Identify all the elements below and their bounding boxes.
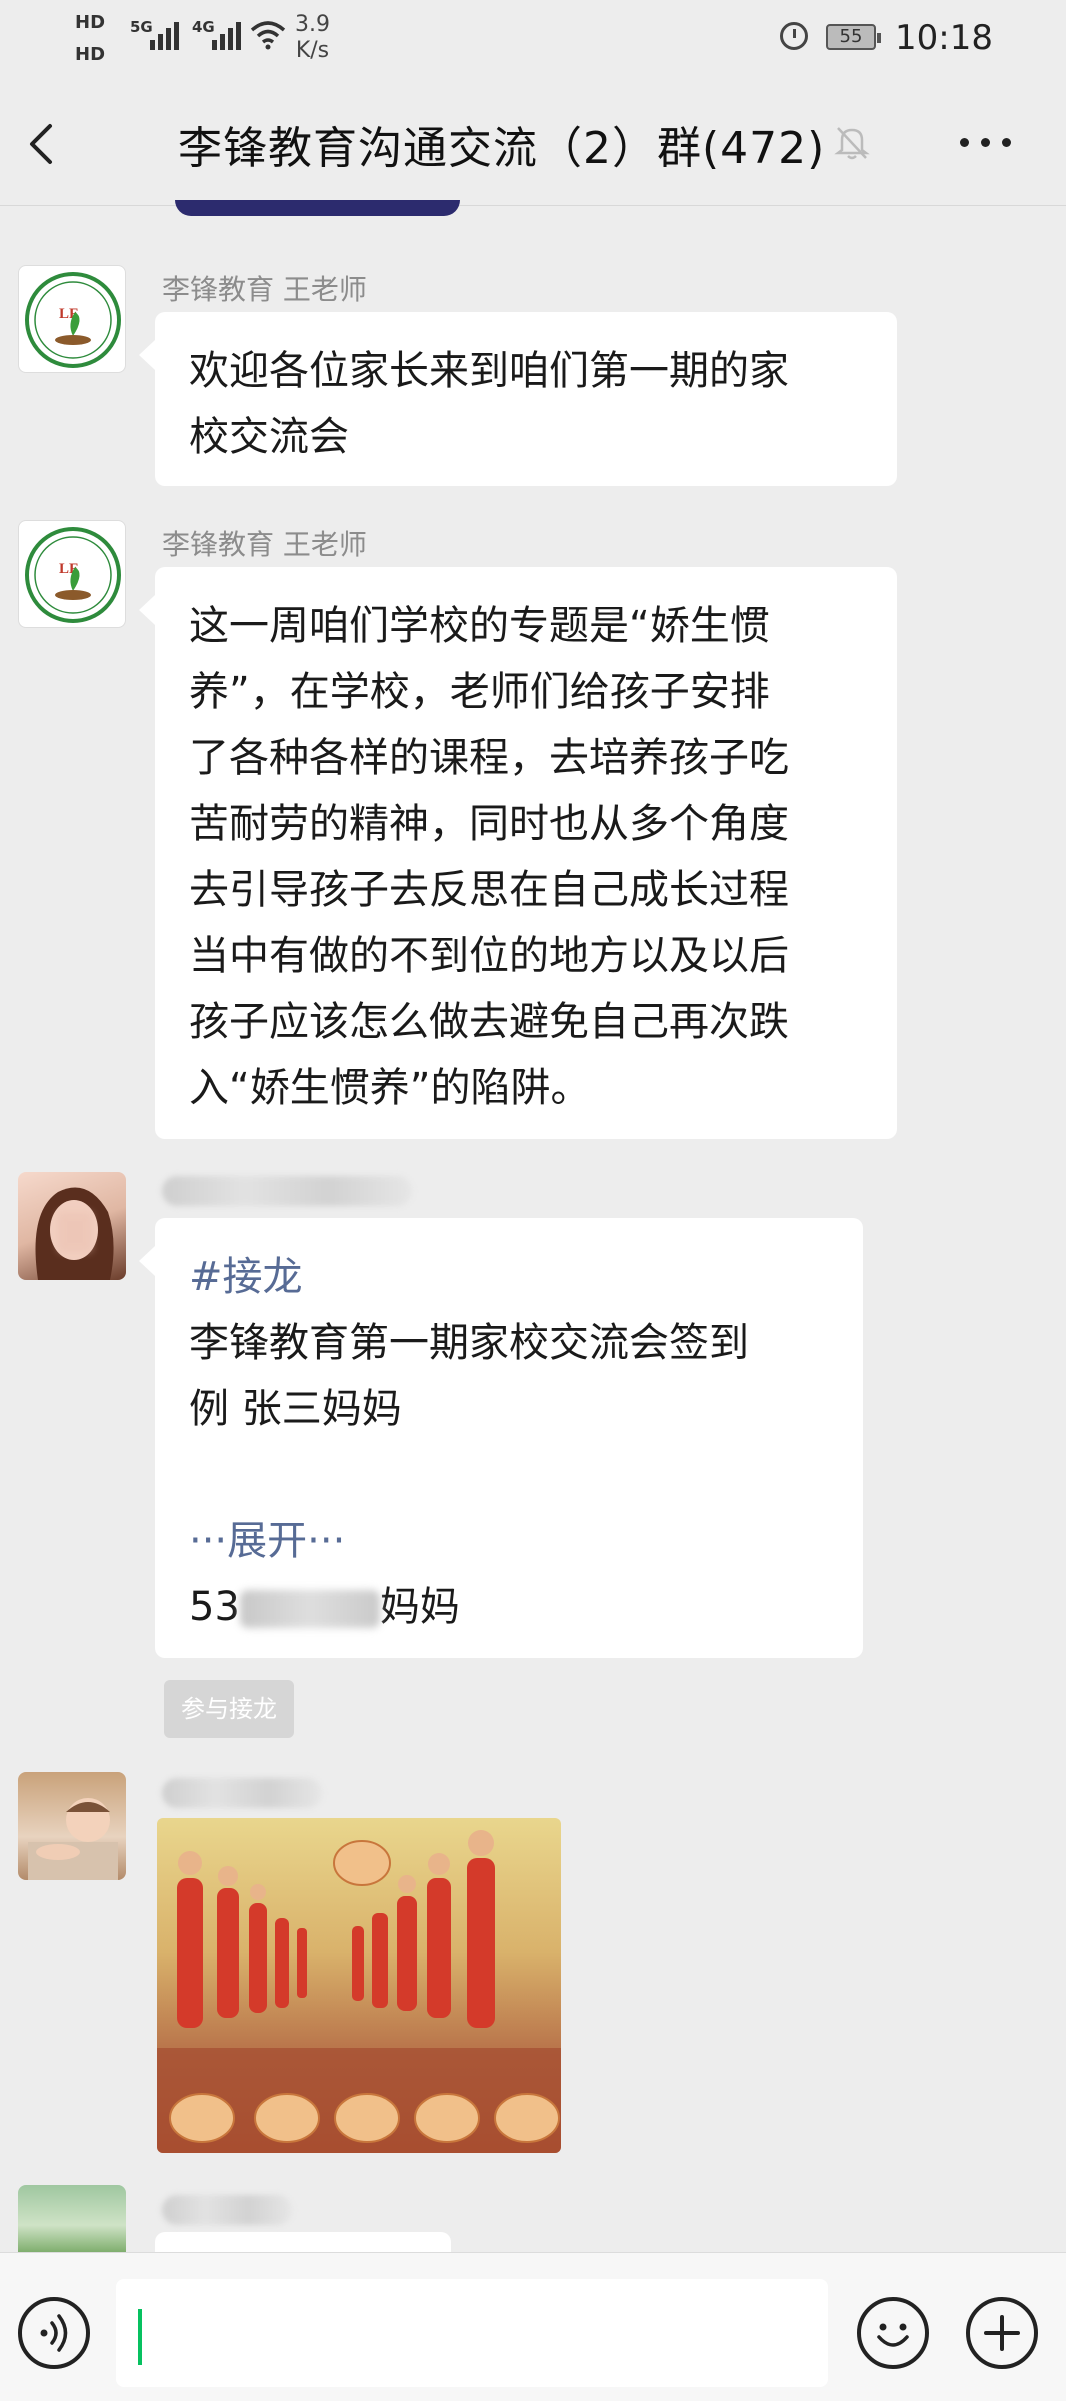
avatar[interactable]: LF [18, 265, 126, 373]
sender-name: 李锋教育 王老师 [162, 273, 367, 306]
message-line: 当中有做的不到位的地方以及以后 [189, 933, 789, 979]
message-input[interactable] [116, 2279, 828, 2387]
applause-image [157, 1830, 561, 2153]
jielong-entry: 53 妈妈 [189, 1574, 831, 1640]
status-bar: HD HD 5G 4G 3.9 K/s 55 10:18 [0, 0, 1066, 80]
message-bubble[interactable]: 欢迎各位家长来到咱们第一期的家 校交流会 [139, 312, 897, 486]
message-line: 养”，在学校，老师们给孩子安排 [189, 669, 770, 715]
avatar[interactable] [18, 2185, 126, 2252]
chat-header: 李锋教育沟通交流（2）群(472) [0, 80, 1066, 206]
chat-title: 李锋教育沟通交流（2）群(472) [178, 123, 826, 174]
text-caret [138, 2309, 142, 2365]
avatar[interactable] [18, 1172, 126, 1280]
sender-name-blurred [162, 1176, 412, 1206]
baby-photo-icon [28, 1798, 118, 1880]
hd-indicator-1: HD [75, 12, 106, 33]
message-line: 校交流会 [189, 414, 349, 460]
jielong-entry-suffix: 妈妈 [379, 1584, 460, 1630]
message-line: 苦耐劳的精神，同时也从多个角度 [189, 801, 789, 847]
sender-name-blurred [162, 1778, 322, 1808]
sender-name: 李锋教育 王老师 [162, 528, 367, 561]
message-line: 入“娇生惯养”的陷阱。 [189, 1065, 591, 1111]
wifi-icon [250, 21, 286, 50]
message-line: 例 张三妈妈 [189, 1386, 402, 1432]
image-message[interactable] [157, 1818, 561, 2153]
voice-icon[interactable] [18, 2297, 90, 2369]
signal-4g-icon [212, 22, 241, 50]
chevron-left-icon[interactable] [20, 120, 68, 168]
alarm-icon [780, 22, 808, 50]
jielong-tag: #接龙 [189, 1254, 303, 1300]
avatar[interactable] [18, 1772, 126, 1880]
clock: 10:18 [895, 18, 993, 58]
jielong-bubble[interactable]: #接龙 李锋教育第一期家校交流会签到 例 张三妈妈 ···展开··· 53 妈妈 [139, 1218, 863, 1658]
message-line: 去引导孩子去反思在自己成长过程 [189, 867, 789, 913]
school-logo-icon: LF [25, 527, 121, 623]
bell-off-icon [834, 127, 870, 160]
message-line: 孩子应该怎么做去避免自己再次跌 [189, 999, 789, 1045]
blurred-name [239, 1590, 380, 1628]
network-speed: 3.9 K/s [295, 12, 330, 64]
jielong-entry-prefix: 53 [189, 1584, 240, 1630]
sender-name-blurred [162, 2195, 292, 2225]
plus-icon[interactable] [966, 2297, 1038, 2369]
network-speed-unit: K/s [295, 38, 330, 63]
signal-5g-icon [150, 22, 179, 50]
message-line: 欢迎各位家长来到咱们第一期的家 [189, 348, 789, 394]
message-line: 这一周咱们学校的专题是“娇生惯 [189, 603, 770, 649]
network-speed-value: 3.9 [295, 12, 330, 37]
battery-indicator: 55 [826, 24, 881, 50]
message-line: 李锋教育第一期家校交流会签到 [189, 1320, 749, 1366]
hd-indicator-2: HD [75, 44, 106, 65]
emoji-icon[interactable] [857, 2297, 929, 2369]
message-line: 了各种各样的课程，去培养孩子吃 [189, 735, 789, 781]
more-dots-icon[interactable] [960, 138, 1011, 147]
previous-message-fragment [175, 200, 460, 216]
input-bar [0, 2252, 1066, 2401]
expand-link[interactable]: ···展开··· [189, 1508, 831, 1574]
message-bubble[interactable]: 这一周咱们学校的专题是“娇生惯 养”，在学校，老师们给孩子安排 了各种各样的课程… [139, 567, 897, 1139]
school-logo-icon: LF [25, 272, 121, 368]
join-jielong-button[interactable]: 参与接龙 [164, 1680, 294, 1738]
avatar[interactable]: LF [18, 520, 126, 628]
user-photo-icon [35, 1187, 114, 1280]
